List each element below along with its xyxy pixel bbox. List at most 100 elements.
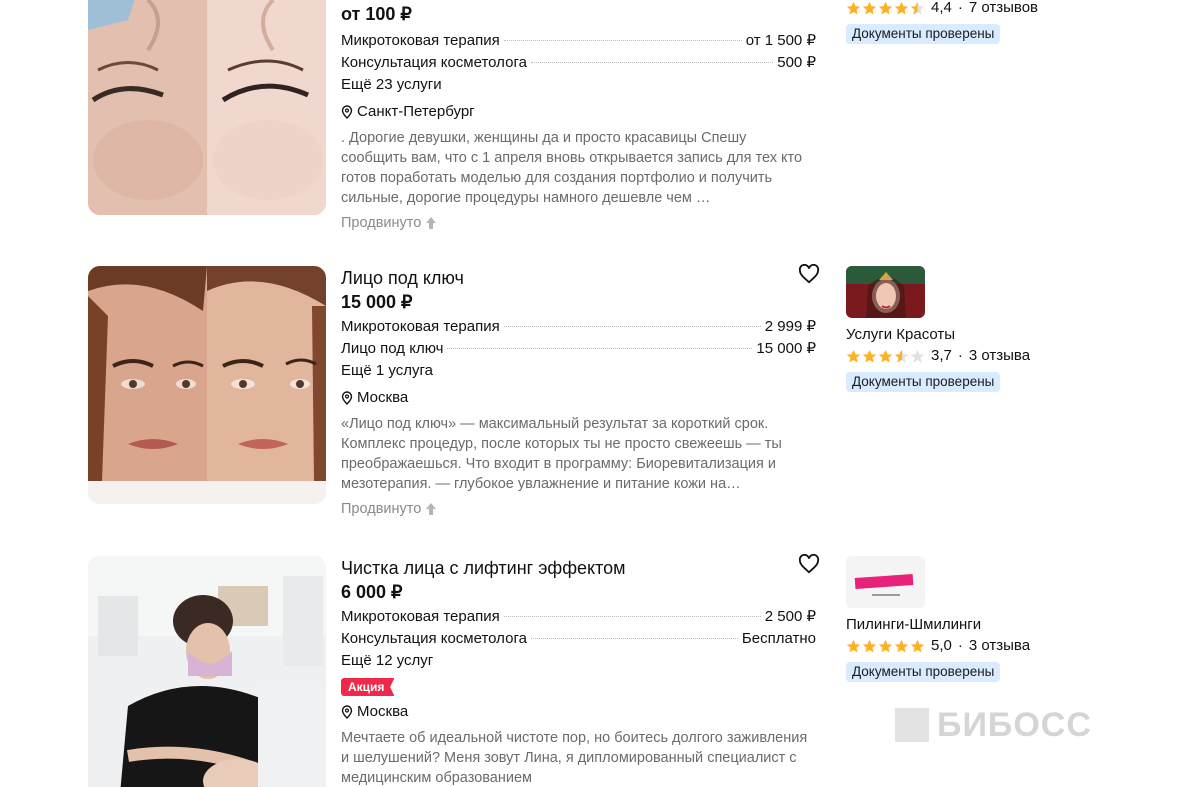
location: Москва [341, 386, 816, 410]
listing-description: «Лицо под ключ» — максимальный результат… [341, 416, 782, 492]
seller-avatar-image [846, 266, 925, 318]
leader-dots [447, 348, 753, 349]
seller-avatar[interactable] [846, 556, 925, 608]
rating-value: 3,7 [931, 347, 952, 364]
location: Санкт-Петербург [341, 100, 816, 124]
service-row: Лицо под ключ 15 000 ₽ [341, 338, 816, 360]
service-row: Микротоковая терапия 2 500 ₽ [341, 606, 816, 628]
more-services-link[interactable]: Ещё 1 услуга [341, 360, 816, 382]
service-name: Микротоковая терапия [341, 608, 500, 625]
heart-icon[interactable] [798, 264, 820, 284]
promoted-label: Продвинуто [341, 498, 816, 520]
arrow-up-icon [426, 217, 437, 229]
listing-photo[interactable] [88, 0, 326, 215]
promoted-label: Продвинуто [341, 212, 816, 234]
verified-badge: Документы проверены [846, 372, 1001, 392]
star-icon [846, 1, 861, 14]
rating-stars [846, 1, 925, 16]
listing-price: 6 000 ₽ [341, 582, 403, 602]
arrow-up-icon [426, 503, 437, 515]
listing-photo[interactable] [88, 556, 326, 787]
service-row: Консультация косметолога Бесплатно [341, 628, 816, 650]
star-icon [878, 1, 893, 14]
service-price: 2 500 ₽ [764, 608, 816, 625]
listing-price: от 100 ₽ [341, 4, 412, 24]
reviews-link[interactable]: 7 отзывов [969, 0, 1038, 18]
service-name: Лицо под ключ [341, 340, 444, 357]
leader-dots [503, 616, 761, 617]
promoted-text: Продвинуто [341, 215, 422, 231]
reviews-link[interactable]: 3 отзыва [969, 636, 1030, 656]
location-pin-icon [341, 105, 353, 119]
promoted-text: Продвинуто [341, 501, 422, 517]
seller-avatar[interactable] [846, 266, 925, 318]
more-services-link[interactable]: Ещё 12 услуг [341, 650, 816, 672]
rating-value: 4,4 [931, 0, 952, 16]
seller-rating: 3,7 · 3 отзыва [846, 346, 1086, 366]
star-icon [862, 639, 877, 652]
location: Москва [341, 700, 816, 724]
watermark: БИБОСС [895, 708, 1092, 742]
service-row: Микротоковая терапия 2 999 ₽ [341, 316, 816, 338]
location-text: Москва [357, 389, 409, 406]
location-pin-icon [341, 705, 353, 719]
listing-price: 15 000 ₽ [341, 292, 413, 312]
service-price: от 1 500 ₽ [745, 32, 816, 49]
before-after-face-photo [88, 266, 326, 504]
rating-stars [846, 639, 925, 654]
star-half-icon [910, 1, 925, 14]
star-icon [862, 349, 877, 362]
leader-dots [530, 62, 774, 63]
rating-separator: · [957, 0, 963, 16]
sale-badge: Акция [341, 678, 395, 696]
rating-separator: · [957, 347, 963, 364]
listing-photo[interactable] [88, 266, 326, 504]
service-price: 2 999 ₽ [764, 318, 816, 335]
heart-icon[interactable] [798, 554, 820, 574]
watermark-text: БИБОСС [937, 706, 1092, 744]
star-empty-icon [910, 349, 925, 362]
leader-dots [530, 638, 738, 639]
service-name: Консультация косметолога [341, 630, 527, 647]
listing-description: Мечтаете об идеальной чистоте пор, но бо… [341, 730, 808, 786]
star-half-icon [894, 349, 909, 362]
leader-dots [503, 40, 742, 41]
star-icon [878, 349, 893, 362]
service-price: 500 ₽ [777, 54, 816, 71]
leader-dots [503, 326, 761, 327]
service-row: Микротоковая терапия от 1 500 ₽ [341, 30, 816, 52]
star-icon [894, 1, 909, 14]
seller-rating: 5,0 · 3 отзыва [846, 636, 1086, 656]
seller-logo-image [846, 556, 925, 608]
watermark-logo-icon [895, 708, 929, 742]
rating-stars [846, 349, 925, 364]
before-after-face-photo [88, 0, 326, 215]
service-name: Микротоковая терапия [341, 32, 500, 49]
star-icon [862, 1, 877, 14]
service-price: Бесплатно [741, 630, 816, 647]
more-services-link[interactable]: Ещё 23 услуги [341, 74, 816, 96]
seller-name[interactable]: Пилинги-Шмилинги [846, 614, 1086, 636]
verified-badge: Документы проверены [846, 662, 1001, 682]
service-name: Микротоковая терапия [341, 318, 500, 335]
listing-description: . Дорогие девушки, женщины да и просто к… [341, 130, 803, 206]
listing-title[interactable]: Чистка лица с лифтинг эффектом [341, 556, 816, 580]
star-icon [878, 639, 893, 652]
location-pin-icon [341, 391, 353, 405]
listing-title[interactable]: Лицо под ключ [341, 266, 816, 290]
location-text: Москва [357, 703, 409, 720]
service-row: Консультация косметолога 500 ₽ [341, 52, 816, 74]
star-icon [894, 639, 909, 652]
location-text: Санкт-Петербург [357, 103, 475, 120]
star-icon [846, 349, 861, 362]
service-price: 15 000 ₽ [756, 340, 816, 357]
star-icon [910, 639, 925, 652]
cosmetologist-photo [88, 556, 326, 787]
seller-name[interactable]: Услуги Красоты [846, 324, 1086, 346]
reviews-link[interactable]: 3 отзыва [969, 346, 1030, 366]
star-icon [846, 639, 861, 652]
verified-badge: Документы проверены [846, 24, 1001, 44]
seller-rating: 4,4 · 7 отзывов [846, 0, 1086, 18]
service-name: Консультация косметолога [341, 54, 527, 71]
rating-separator: · [957, 637, 963, 654]
